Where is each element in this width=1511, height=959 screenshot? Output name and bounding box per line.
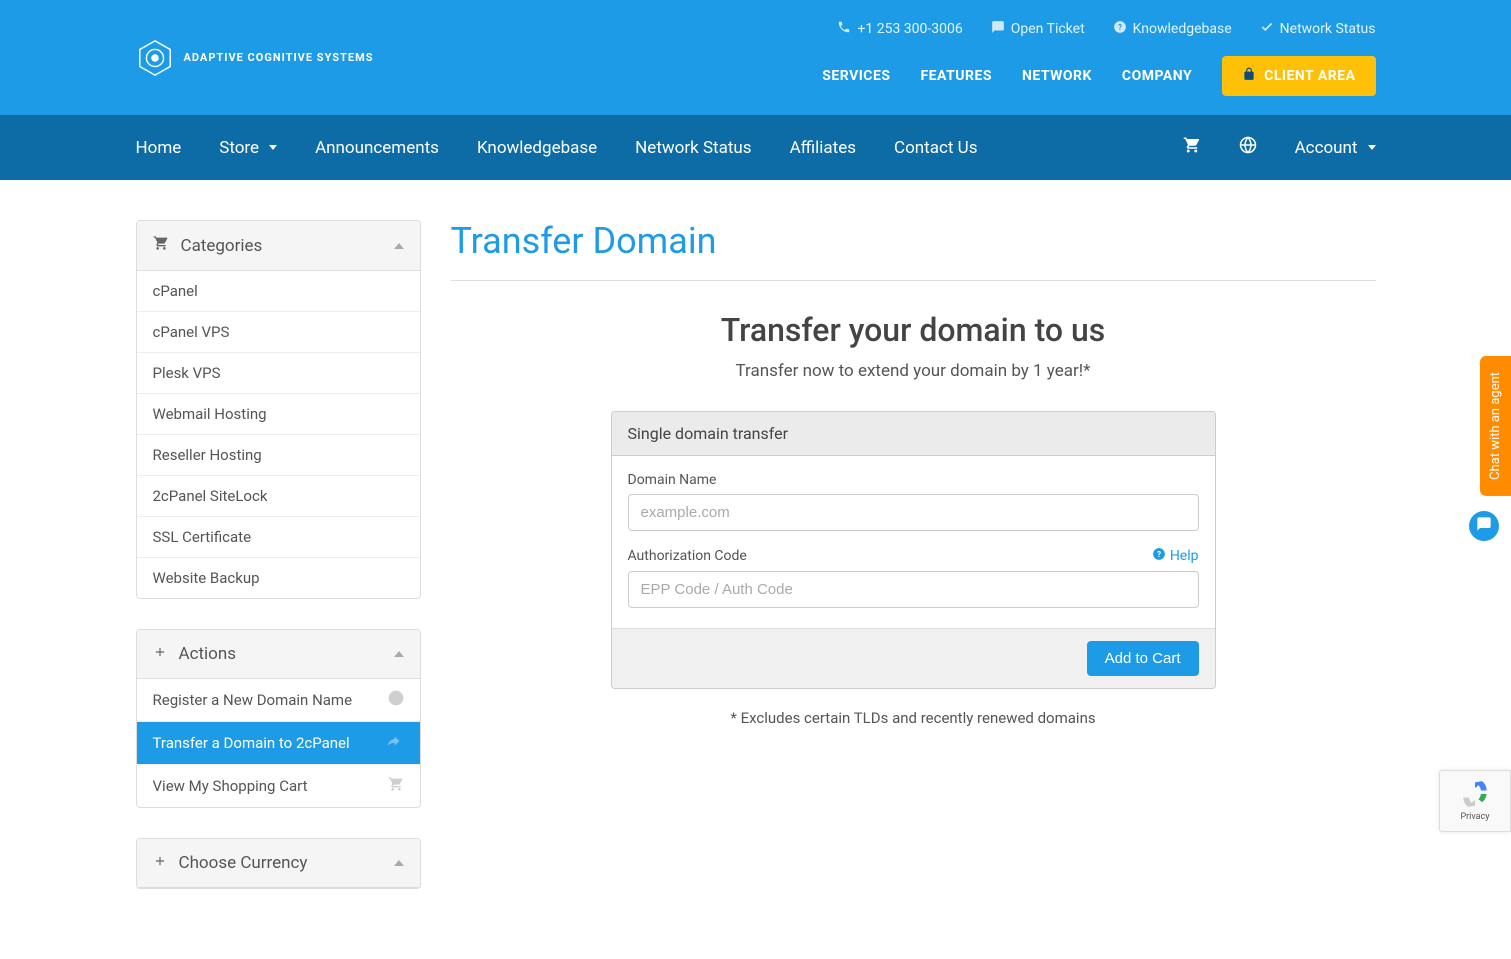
nav-company[interactable]: COMPANY xyxy=(1122,68,1192,84)
logo[interactable]: ADAPTIVE COGNITIVE SYSTEMS xyxy=(136,39,374,77)
plus-icon xyxy=(153,853,167,873)
nav-announcements[interactable]: Announcements xyxy=(315,138,439,158)
action-register-domain[interactable]: Register a New Domain Name xyxy=(137,679,420,721)
nav-network[interactable]: NETWORK xyxy=(1022,68,1092,84)
hero-subtitle: Transfer now to extend your domain by 1 … xyxy=(451,361,1376,381)
svg-text:?: ? xyxy=(1118,21,1122,31)
category-item[interactable]: Webmail Hosting xyxy=(137,394,420,434)
category-item[interactable]: Website Backup xyxy=(137,558,420,598)
knowledgebase-link[interactable]: ? Knowledgebase xyxy=(1113,20,1232,38)
footnote: * Excludes certain TLDs and recently ren… xyxy=(451,709,1376,727)
chevron-up-icon xyxy=(394,860,404,866)
top-links: +1 253 300-3006 Open Ticket ? Knowledgeb… xyxy=(837,20,1375,38)
domain-input[interactable] xyxy=(628,494,1199,531)
question-icon: ? xyxy=(1113,20,1127,38)
auth-label: Authorization Code xyxy=(628,548,747,564)
svg-text:?: ? xyxy=(1157,549,1161,559)
nav-store[interactable]: Store xyxy=(219,138,277,158)
language-link[interactable] xyxy=(1239,136,1257,159)
check-icon xyxy=(1260,20,1274,38)
cart-icon xyxy=(388,776,404,796)
category-item[interactable]: SSL Certificate xyxy=(137,517,420,557)
help-link[interactable]: ? Help xyxy=(1152,547,1199,565)
category-item[interactable]: cPanel xyxy=(137,271,420,311)
logo-icon xyxy=(136,39,174,77)
top-nav: SERVICES FEATURES NETWORK COMPANY CLIENT… xyxy=(822,56,1375,96)
add-to-cart-button[interactable]: Add to Cart xyxy=(1087,641,1199,676)
globe-icon xyxy=(1239,136,1257,159)
phone-link[interactable]: +1 253 300-3006 xyxy=(837,20,962,38)
transfer-form-panel: Single domain transfer Domain Name Autho… xyxy=(611,411,1216,689)
action-view-cart[interactable]: View My Shopping Cart xyxy=(137,765,420,807)
chat-widget[interactable]: Chat with an agent xyxy=(1480,356,1511,496)
nav-knowledgebase[interactable]: Knowledgebase xyxy=(477,138,597,158)
chat-bubble-button[interactable] xyxy=(1469,511,1499,541)
recaptcha-badge: Privacy xyxy=(1439,770,1511,832)
page-title: Transfer Domain xyxy=(451,220,1376,281)
caret-icon xyxy=(1368,145,1376,150)
categories-list: cPanel cPanel VPS Plesk VPS Webmail Host… xyxy=(137,271,420,598)
nav-home[interactable]: Home xyxy=(136,138,182,158)
domain-label: Domain Name xyxy=(628,472,717,488)
comment-icon xyxy=(991,20,1005,38)
categories-panel: Categories cPanel cPanel VPS Plesk VPS W… xyxy=(136,220,421,599)
category-item[interactable]: 2cPanel SiteLock xyxy=(137,476,420,516)
category-item[interactable]: Plesk VPS xyxy=(137,353,420,393)
caret-icon xyxy=(269,145,277,150)
nav-features[interactable]: FEATURES xyxy=(920,68,992,84)
categories-header[interactable]: Categories xyxy=(137,221,420,271)
actions-panel: Actions Register a New Domain Name Trans… xyxy=(136,629,421,808)
question-circle-icon: ? xyxy=(1152,547,1166,565)
client-area-button[interactable]: CLIENT AREA xyxy=(1222,56,1375,96)
network-status-link[interactable]: Network Status xyxy=(1260,20,1376,38)
category-item[interactable]: cPanel VPS xyxy=(137,312,420,352)
cart-icon xyxy=(1183,136,1201,159)
plus-icon xyxy=(153,644,167,664)
share-icon xyxy=(388,733,404,753)
chat-icon xyxy=(1476,516,1492,536)
lock-icon xyxy=(1242,67,1256,85)
recaptcha-icon xyxy=(1461,780,1489,810)
hero-title: Transfer your domain to us xyxy=(451,311,1376,349)
nav-affiliates[interactable]: Affiliates xyxy=(790,138,856,158)
auth-code-input[interactable] xyxy=(628,571,1199,608)
currency-header[interactable]: Choose Currency xyxy=(137,839,420,888)
nav-services[interactable]: SERVICES xyxy=(822,68,890,84)
top-header: ADAPTIVE COGNITIVE SYSTEMS +1 253 300-30… xyxy=(0,0,1511,115)
currency-panel: Choose Currency xyxy=(136,838,421,889)
nav-account[interactable]: Account xyxy=(1295,138,1376,158)
actions-header[interactable]: Actions xyxy=(137,630,420,679)
chevron-up-icon xyxy=(394,651,404,657)
chevron-up-icon xyxy=(394,243,404,249)
cart-link[interactable] xyxy=(1183,136,1201,159)
open-ticket-link[interactable]: Open Ticket xyxy=(991,20,1085,38)
form-panel-header: Single domain transfer xyxy=(612,412,1215,456)
main-nav: Home Store Announcements Knowledgebase N… xyxy=(0,115,1511,180)
hero: Transfer your domain to us Transfer now … xyxy=(451,311,1376,381)
nav-network-status[interactable]: Network Status xyxy=(635,138,751,158)
cart-icon xyxy=(153,235,169,256)
action-transfer-domain[interactable]: Transfer a Domain to 2cPanel xyxy=(137,722,420,764)
actions-list: Register a New Domain Name Transfer a Do… xyxy=(137,679,420,807)
globe-icon xyxy=(388,690,404,710)
nav-contact-us[interactable]: Contact Us xyxy=(894,138,977,158)
category-item[interactable]: Reseller Hosting xyxy=(137,435,420,475)
phone-icon xyxy=(837,20,851,38)
logo-text: ADAPTIVE COGNITIVE SYSTEMS xyxy=(184,51,374,64)
